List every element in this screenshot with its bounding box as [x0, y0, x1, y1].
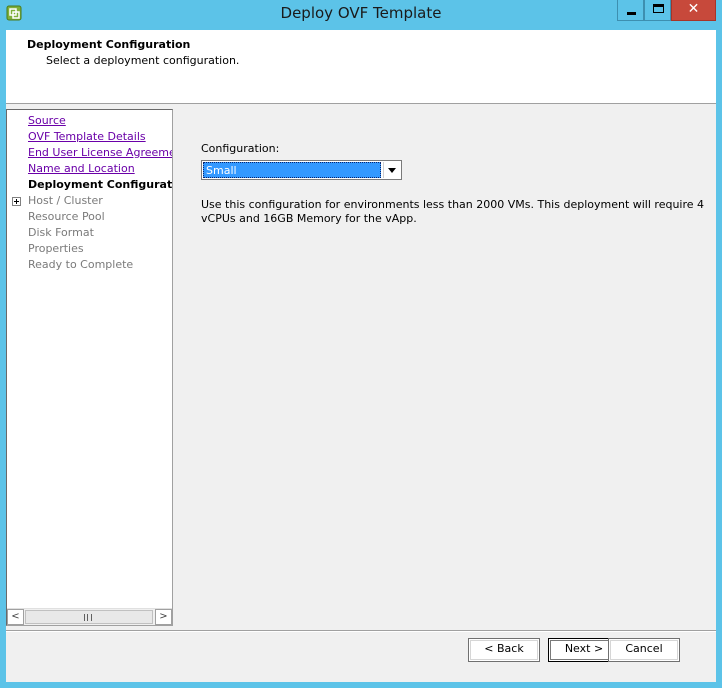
- back-button-label: < Back: [484, 642, 524, 655]
- nav-horizontal-scrollbar[interactable]: < >: [7, 608, 172, 625]
- wizard-step-list: Source OVF Template Details End User Lic…: [6, 109, 173, 626]
- dialog-client-area: Deployment Configuration Select a deploy…: [6, 30, 716, 682]
- footer-divider-highlight: [6, 631, 716, 632]
- deploy-ovf-window: Deploy OVF Template ✕ Deployment Configu…: [0, 0, 722, 688]
- configuration-dropdown[interactable]: Small: [201, 160, 402, 180]
- step-title: Deployment Configuration: [27, 38, 191, 51]
- nav-item-disk-format: Disk Format: [28, 226, 94, 239]
- expand-plus-icon[interactable]: [12, 197, 21, 206]
- chevron-down-icon[interactable]: [383, 162, 400, 178]
- back-button[interactable]: < Back: [468, 638, 540, 662]
- step-content: Configuration: Small Use this configurat…: [177, 109, 716, 626]
- nav-item-name-and-location[interactable]: Name and Location: [28, 162, 135, 175]
- scroll-left-button[interactable]: <: [7, 609, 24, 625]
- nav-item-source[interactable]: Source: [28, 114, 66, 127]
- maximize-button[interactable]: [644, 0, 671, 21]
- nav-item-deployment-configuration: Deployment Configuration: [28, 178, 173, 191]
- close-button[interactable]: ✕: [671, 0, 716, 21]
- scroll-thumb[interactable]: [25, 610, 153, 624]
- cancel-button-label: Cancel: [625, 642, 663, 655]
- configuration-label: Configuration:: [201, 142, 280, 155]
- next-button-label: Next >: [564, 642, 604, 655]
- close-icon: ✕: [687, 1, 700, 17]
- nav-item-properties: Properties: [28, 242, 84, 255]
- configuration-selected-value[interactable]: Small: [203, 162, 381, 178]
- nav-item-host-cluster: Host / Cluster: [28, 194, 103, 207]
- nav-item-resource-pool: Resource Pool: [28, 210, 105, 223]
- window-title: Deploy OVF Template: [280, 4, 442, 22]
- step-subtitle: Select a deployment configuration.: [46, 54, 240, 67]
- nav-item-eula[interactable]: End User License Agreement: [28, 146, 172, 159]
- minimize-button[interactable]: [617, 0, 644, 21]
- configuration-description: Use this configuration for environments …: [201, 198, 705, 225]
- scroll-right-button[interactable]: >: [155, 609, 172, 625]
- nav-item-ovf-template-details[interactable]: OVF Template Details: [28, 130, 146, 143]
- grip-icon: [84, 614, 92, 621]
- cancel-button[interactable]: Cancel: [608, 638, 680, 662]
- title-bar[interactable]: Deploy OVF Template ✕: [0, 0, 722, 30]
- wizard-header: Deployment Configuration Select a deploy…: [6, 30, 716, 104]
- nav-item-ready-to-complete: Ready to Complete: [28, 258, 134, 271]
